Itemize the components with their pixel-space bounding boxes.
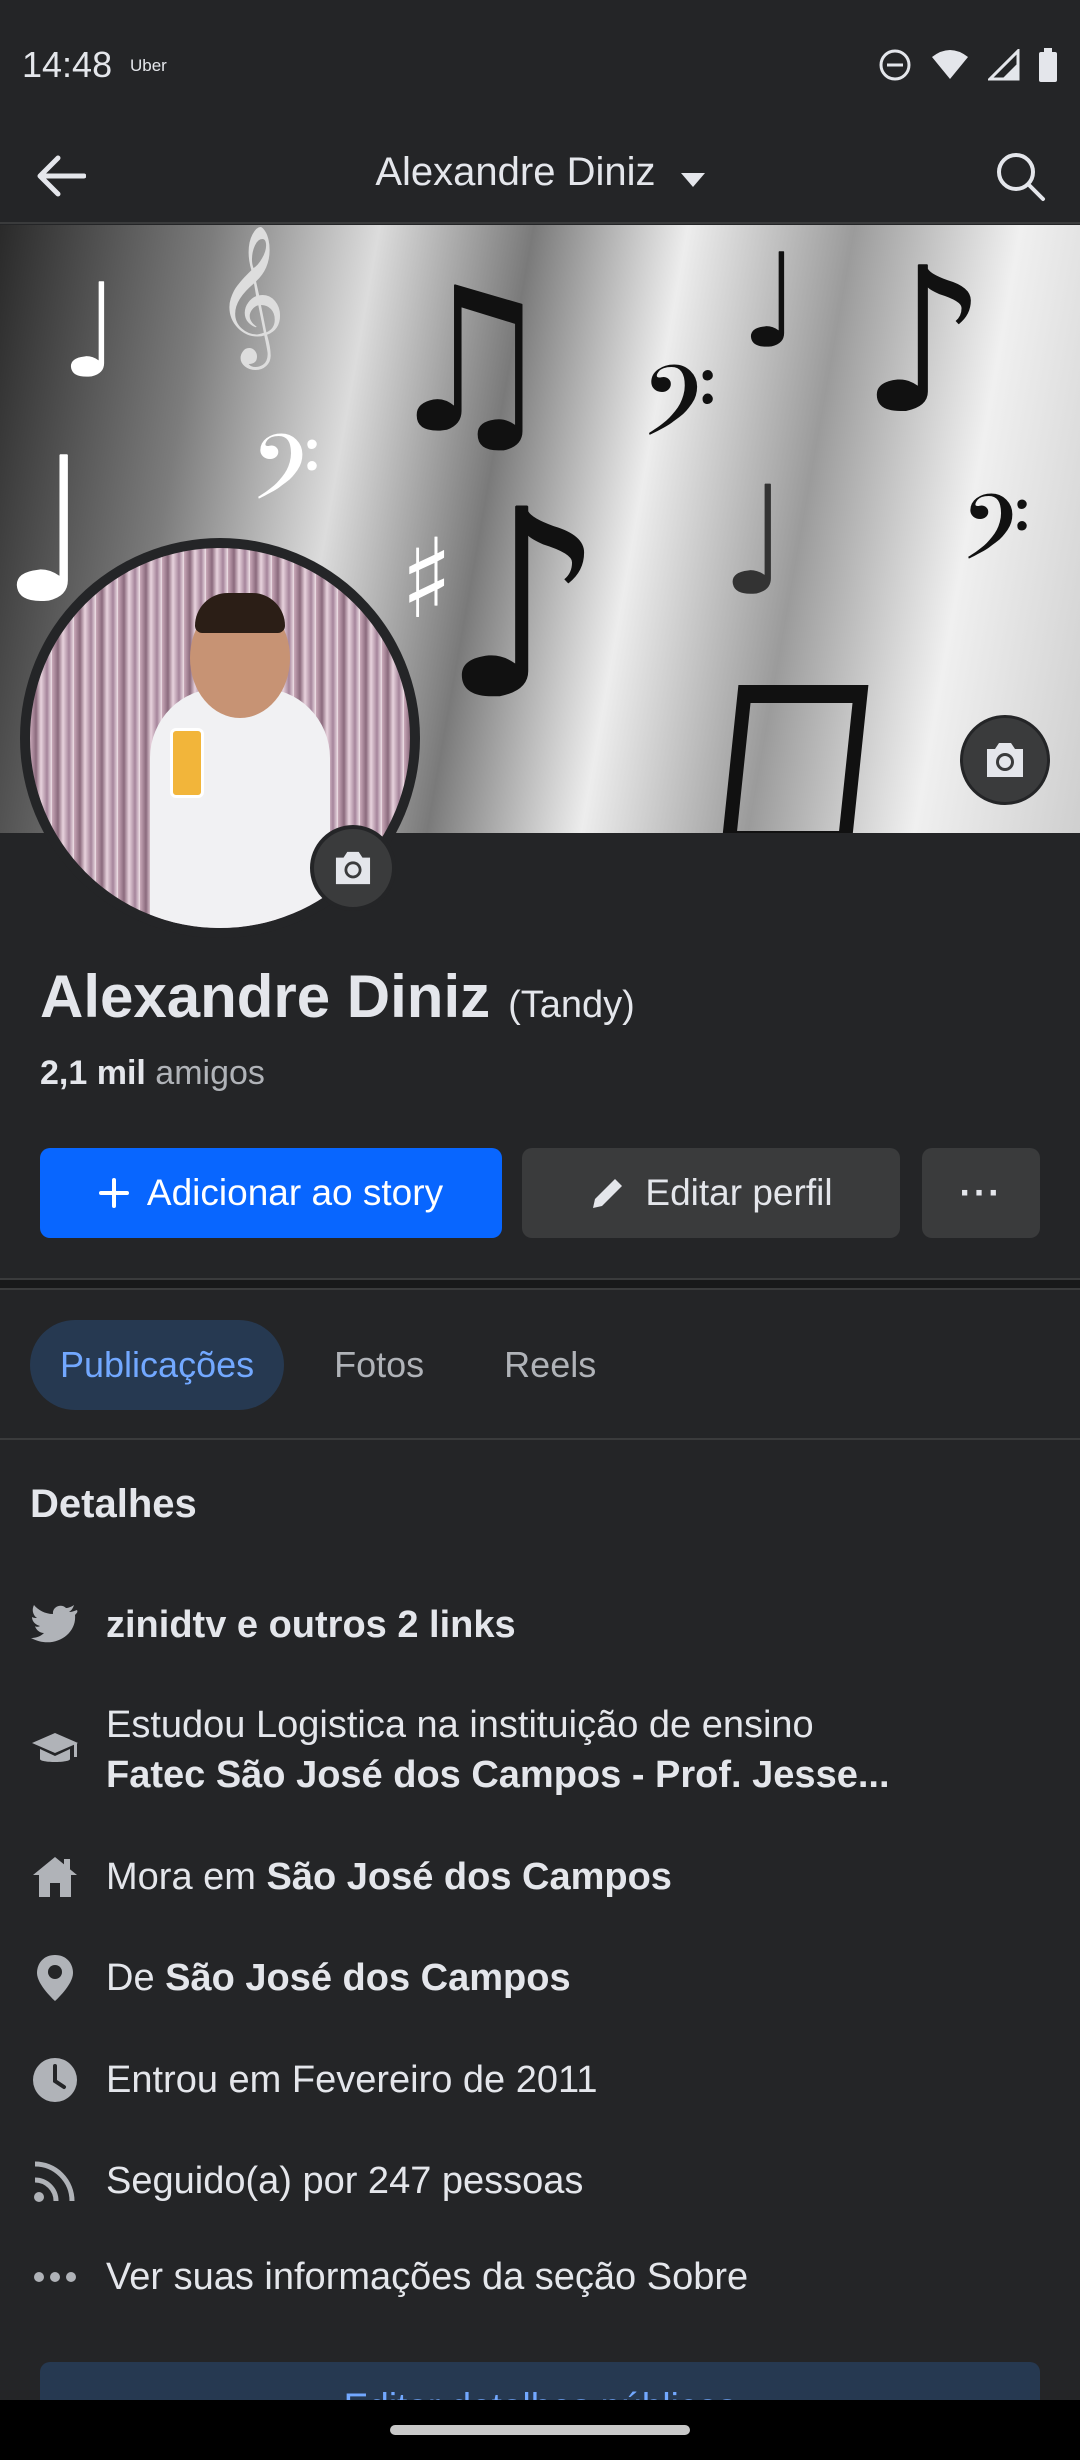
status-bar: 14:48 Uber: [0, 0, 1080, 130]
detail-education-school[interactable]: Fatec São José dos Campos - Prof. Jesse.…: [106, 1754, 890, 1796]
profile-name: Alexandre Diniz: [40, 963, 491, 1030]
music-note-decoration: 𝄢: [250, 415, 321, 543]
caret-down-icon: [680, 152, 705, 197]
music-note-decoration: 𝄢: [960, 475, 1031, 603]
home-indicator[interactable]: [390, 2425, 690, 2435]
detail-lives-prefix: Mora em: [106, 1856, 256, 1898]
tab-reels[interactable]: Reels: [474, 1320, 626, 1410]
detail-followers-text: Seguido(a) por 247 pessoas: [106, 2160, 584, 2202]
tab-fotos[interactable]: Fotos: [304, 1320, 454, 1410]
details-title: Detalhes: [30, 1482, 197, 1526]
dnd-icon: [878, 48, 912, 87]
avatar-figure: [170, 728, 204, 798]
detail-links[interactable]: zinidtv e outros 2 links: [30, 1600, 1060, 1650]
profile-switcher[interactable]: Alexandre Diniz: [0, 150, 1080, 197]
detail-joined-text: Entrou em Fevereiro de 2011: [106, 2059, 598, 2101]
music-note-decoration: ♩: [720, 455, 791, 629]
edit-profile-label: Editar perfil: [645, 1172, 833, 1213]
detail-lives-in: Mora em São José dos Campos: [30, 1852, 1060, 1902]
music-note-decoration: ♪: [440, 455, 606, 757]
search-icon: [997, 153, 1045, 201]
plus-icon: [98, 1178, 129, 1208]
music-note-decoration: 𝄢: [640, 345, 718, 484]
tabs-divider: [0, 1438, 1080, 1440]
friends-number: 2,1 mil: [40, 1054, 146, 1092]
detail-links-text: zinidtv e outros 2 links: [106, 1604, 516, 1646]
detail-see-about-text: Ver suas informações da seção Sobre: [106, 2256, 749, 2298]
home-icon: [30, 1852, 80, 1902]
add-to-story-label: Adicionar ao story: [146, 1172, 444, 1213]
camera-icon: [335, 851, 371, 885]
top-navigation: Alexandre Diniz: [0, 130, 1080, 224]
profile-nickname: (Tandy): [508, 984, 635, 1026]
profile-name-row: Alexandre Diniz (Tandy): [40, 962, 635, 1031]
detail-from: De São José dos Campos: [30, 1953, 1060, 2003]
add-to-story-button[interactable]: Adicionar ao story: [40, 1148, 502, 1238]
search-button[interactable]: [990, 146, 1050, 206]
signal-icon: [986, 47, 1020, 86]
friends-count[interactable]: 2,1 mil amigos: [40, 1054, 265, 1093]
detail-followers[interactable]: Seguido(a) por 247 pessoas: [30, 2156, 1060, 2206]
rss-icon: [30, 2156, 80, 2206]
edit-profile-button[interactable]: Editar perfil: [522, 1148, 900, 1238]
clock-icon: [30, 2055, 80, 2105]
avatar-figure: [195, 593, 285, 633]
profile-tabs: Publicações Fotos Reels: [30, 1320, 626, 1410]
status-app-label: Uber: [130, 56, 167, 75]
detail-from-city[interactable]: São José dos Campos: [165, 1957, 570, 1999]
nav-title: Alexandre Diniz: [375, 150, 656, 194]
ellipsis-icon: [30, 2252, 80, 2302]
camera-icon: [987, 743, 1023, 777]
tab-publicacoes[interactable]: Publicações: [30, 1320, 285, 1410]
status-icons: [878, 47, 1058, 87]
more-icon: ···: [959, 1172, 1003, 1213]
edit-cover-button[interactable]: [960, 715, 1050, 805]
music-note-decoration: 𝄞: [215, 225, 286, 364]
cover-shape-decoration: [721, 685, 869, 833]
detail-education: Estudou Logistica na instituição de ensi…: [30, 1700, 1060, 1800]
detail-see-about[interactable]: Ver suas informações da seção Sobre: [30, 2252, 1060, 2302]
wifi-icon: [930, 49, 970, 86]
detail-from-prefix: De: [106, 1957, 155, 1999]
music-note-decoration: ♩: [60, 255, 122, 407]
detail-joined: Entrou em Fevereiro de 2011: [30, 2055, 1060, 2105]
detail-lives-city[interactable]: São José dos Campos: [266, 1856, 671, 1898]
edit-avatar-button[interactable]: [310, 825, 396, 911]
pencil-icon: [593, 1179, 623, 1208]
music-note-decoration: ♩: [740, 225, 802, 377]
friends-label: amigos: [155, 1054, 265, 1092]
battery-icon: [1038, 48, 1058, 87]
music-note-decoration: ♪: [860, 225, 988, 458]
status-time: 14:48: [22, 44, 113, 85]
graduation-cap-icon: [30, 1725, 80, 1775]
avatar-figure: [150, 688, 330, 928]
section-divider: [0, 1278, 1080, 1290]
more-options-button[interactable]: ···: [922, 1148, 1040, 1238]
twitter-icon: [30, 1600, 80, 1650]
location-pin-icon: [30, 1953, 80, 2003]
music-note-decoration: ♫: [380, 245, 560, 478]
detail-education-prefix: Estudou Logistica na instituição de ensi…: [106, 1704, 814, 1746]
